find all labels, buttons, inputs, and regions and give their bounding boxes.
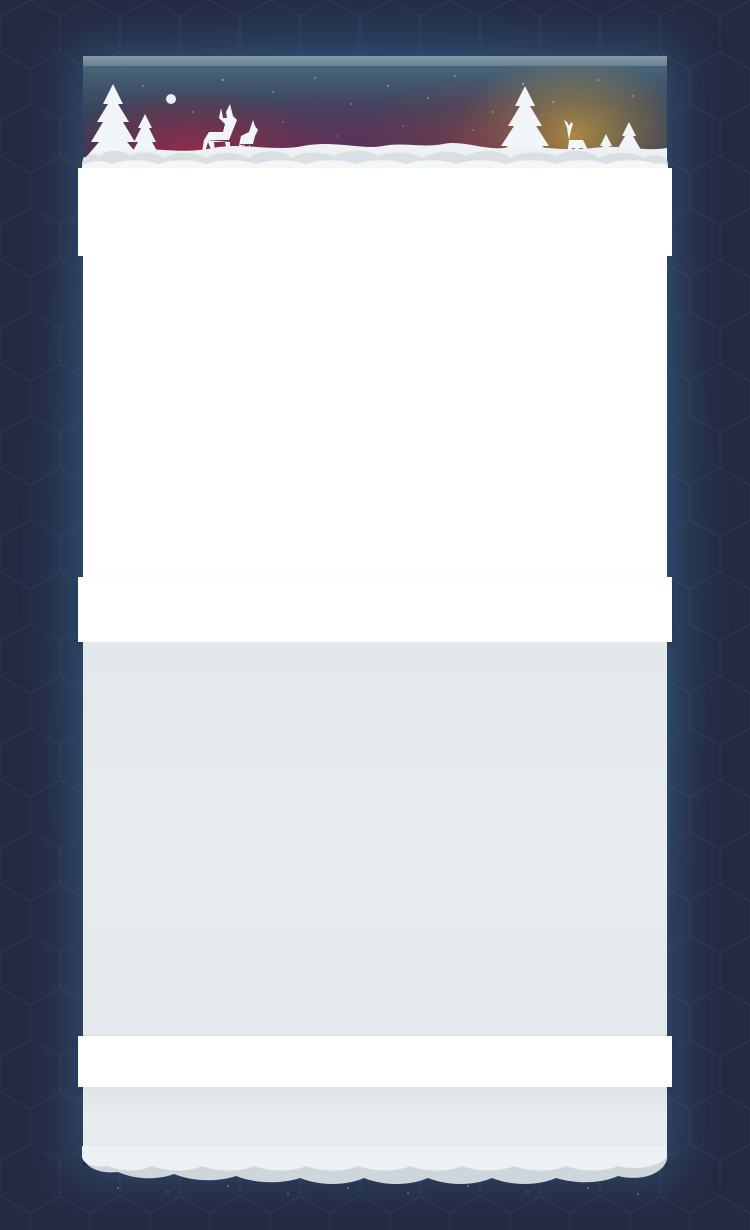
content-area [83,256,667,578]
top-band [78,168,672,256]
middle-band [78,577,672,642]
moon-icon [166,94,176,104]
snow-drift-top [82,150,668,168]
lower-content-area [83,642,667,1036]
snow-sparkles [117,1185,639,1195]
bottom-band [78,1036,672,1087]
snow-drift-bottom [82,1146,668,1195]
